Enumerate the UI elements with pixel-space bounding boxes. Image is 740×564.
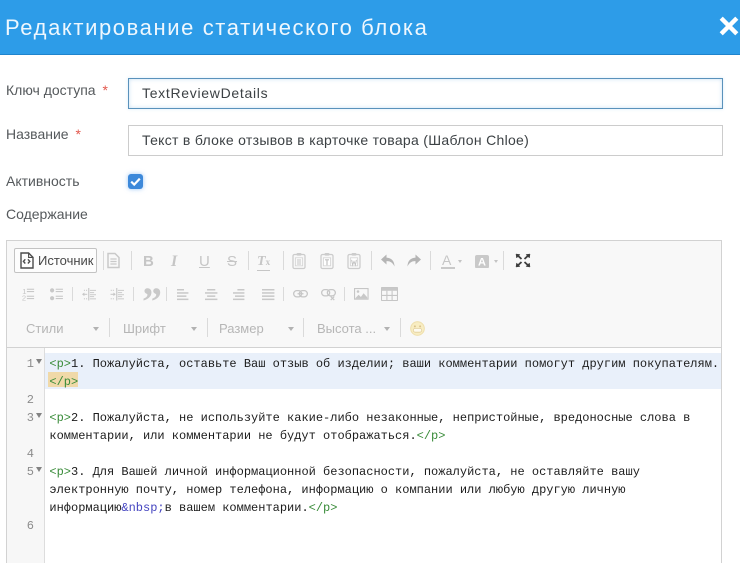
svg-text:A: A <box>478 256 486 268</box>
svg-text:2: 2 <box>22 294 26 301</box>
